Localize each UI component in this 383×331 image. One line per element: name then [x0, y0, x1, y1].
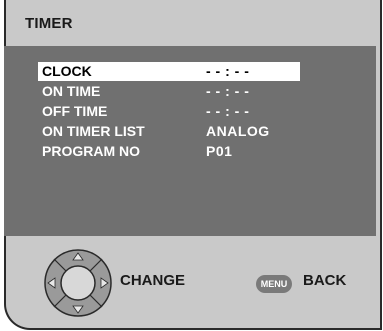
menu-item-value: - - : - - [206, 103, 250, 119]
menu-item-label: PROGRAM NO [42, 143, 140, 159]
menu-item-label: CLOCK [42, 63, 92, 79]
change-label: CHANGE [120, 272, 186, 289]
menu-key-button[interactable]: MENU [256, 275, 292, 293]
menu-item-on-time[interactable]: ON TIME - - : - - [38, 82, 300, 101]
page-title: TIMER [25, 15, 73, 32]
menu-item-on-timer-list[interactable]: ON TIMER LIST ANALOG [38, 122, 300, 141]
menu-item-label: ON TIME [42, 83, 101, 99]
menu-item-clock[interactable]: CLOCK - - : - - [38, 62, 300, 81]
menu-item-label: ON TIMER LIST [42, 123, 145, 139]
menu-item-value: - - : - - [206, 83, 250, 99]
menu-item-off-time[interactable]: OFF TIME - - : - - [38, 102, 300, 121]
menu-item-label: OFF TIME [42, 103, 108, 119]
back-label: BACK [303, 272, 347, 289]
menu-item-program-no[interactable]: PROGRAM NO P01 [38, 142, 300, 161]
menu-item-value: P01 [206, 143, 233, 159]
dpad-icon[interactable] [42, 247, 114, 319]
menu-item-value: ANALOG [206, 123, 270, 139]
menu-item-value: - - : - - [206, 63, 250, 79]
